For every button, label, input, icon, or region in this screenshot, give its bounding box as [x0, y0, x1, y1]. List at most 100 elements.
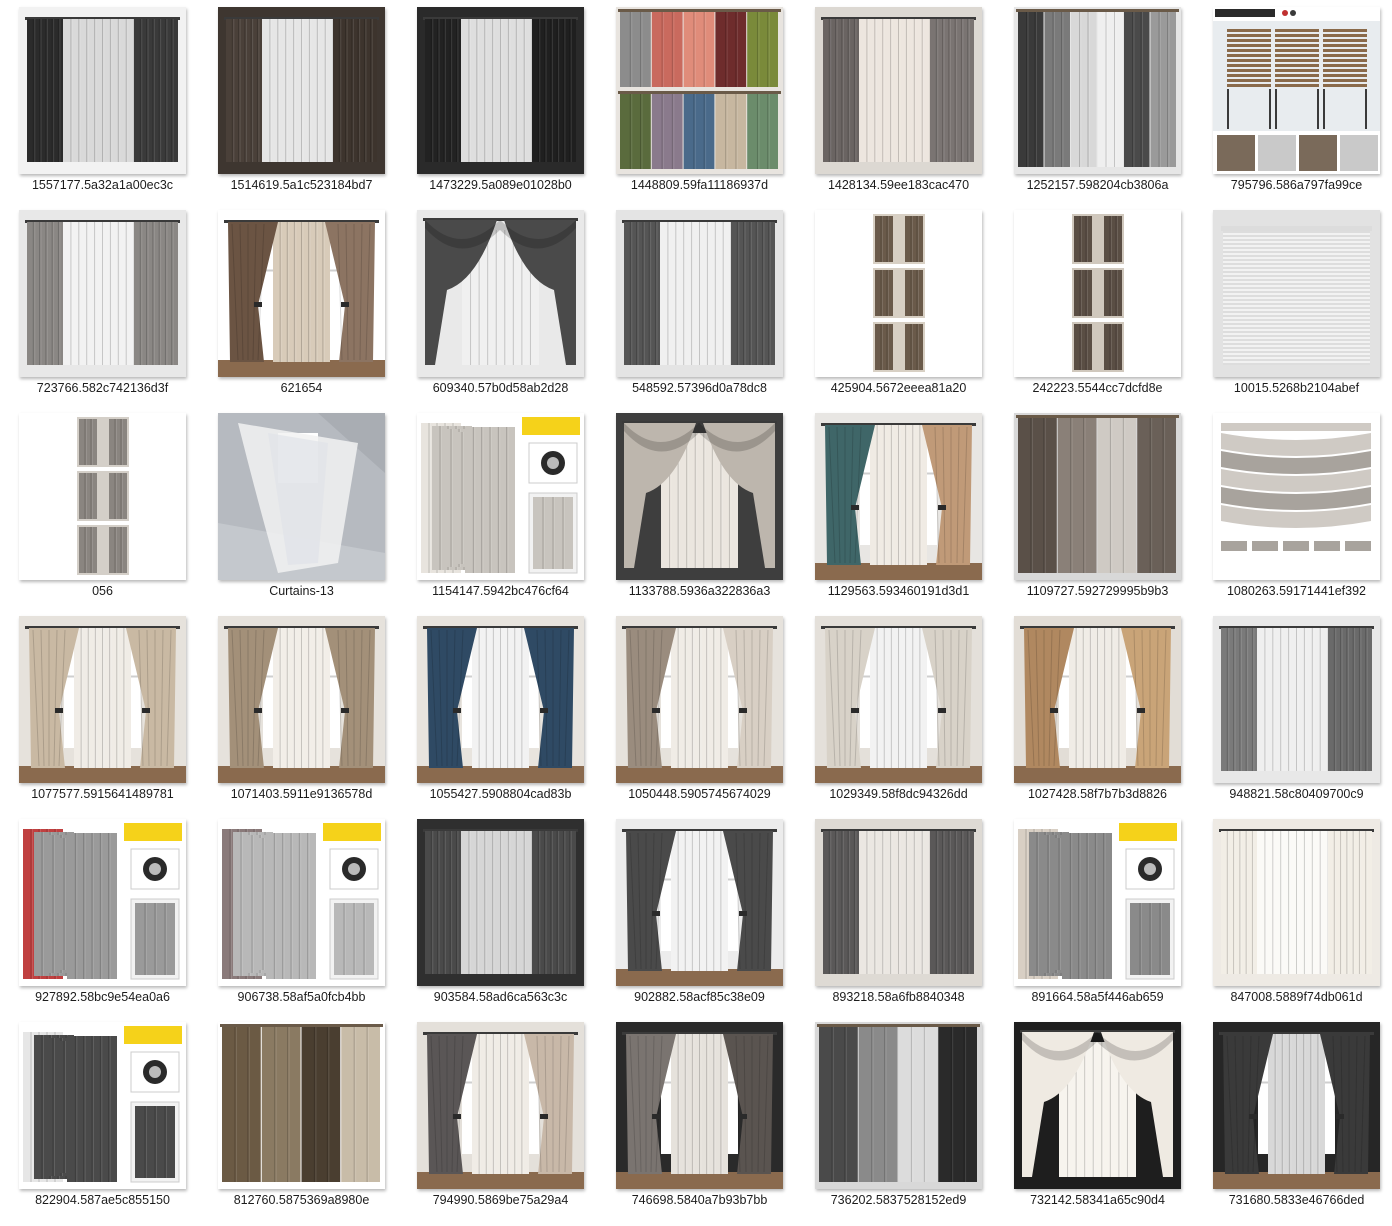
file-thumbnail[interactable] — [19, 1022, 186, 1189]
file-name[interactable]: 902882.58acf85c38e09 — [597, 989, 802, 1005]
file-item[interactable]: 723766.582c742136d3f — [0, 203, 199, 406]
file-thumbnail[interactable] — [815, 7, 982, 174]
file-thumbnail[interactable] — [1014, 616, 1181, 783]
file-thumbnail[interactable] — [417, 413, 584, 580]
file-thumbnail[interactable] — [218, 413, 385, 580]
file-name[interactable]: 1448809.59fa11186937d — [597, 177, 802, 193]
file-name[interactable]: 1080263.59171441ef392 — [1194, 583, 1392, 599]
file-item[interactable]: 242223.5544cc7dcfd8e — [995, 203, 1194, 406]
file-thumbnail[interactable] — [1213, 413, 1380, 580]
file-name[interactable]: 893218.58a6fb8840348 — [796, 989, 1001, 1005]
file-item[interactable]: 903584.58ad6ca563c3c — [398, 812, 597, 1015]
file-name[interactable]: 1050448.5905745674029 — [597, 786, 802, 802]
file-name[interactable]: 794990.5869be75a29a4 — [398, 1192, 603, 1208]
file-name[interactable]: 746698.5840a7b93b7bb — [597, 1192, 802, 1208]
file-thumbnail[interactable] — [1014, 7, 1181, 174]
file-thumbnail[interactable] — [417, 616, 584, 783]
file-name[interactable]: 242223.5544cc7dcfd8e — [995, 380, 1200, 396]
file-item[interactable]: 1027428.58f7b7b3d8826 — [995, 609, 1194, 812]
file-item[interactable]: 1055427.5908804cad83b — [398, 609, 597, 812]
file-item[interactable]: 1154147.5942bc476cf64 — [398, 406, 597, 609]
file-thumbnail[interactable] — [1014, 819, 1181, 986]
file-item[interactable]: 1252157.598204cb3806a — [995, 0, 1194, 203]
file-name[interactable]: 548592.57396d0a78dc8 — [597, 380, 802, 396]
file-item[interactable]: 1050448.5905745674029 — [597, 609, 796, 812]
file-name[interactable]: 891664.58a5f446ab659 — [995, 989, 1200, 1005]
file-thumbnail[interactable] — [1014, 1022, 1181, 1189]
file-thumbnail[interactable] — [218, 819, 385, 986]
file-item[interactable]: 736202.5837528152ed9 — [796, 1015, 995, 1218]
file-name[interactable]: 1071403.5911e9136578d — [199, 786, 404, 802]
file-item[interactable]: 1428134.59ee183cac470 — [796, 0, 995, 203]
file-item[interactable]: 1077577.5915641489781 — [0, 609, 199, 812]
file-thumbnail[interactable] — [1213, 1022, 1380, 1189]
file-thumbnail[interactable] — [19, 616, 186, 783]
file-thumbnail[interactable] — [1014, 210, 1181, 377]
file-item[interactable]: 621654 — [199, 203, 398, 406]
file-item[interactable]: 891664.58a5f446ab659 — [995, 812, 1194, 1015]
file-item[interactable]: 548592.57396d0a78dc8 — [597, 203, 796, 406]
file-name[interactable]: 056 — [0, 583, 205, 599]
file-item[interactable]: 948821.58c80409700c9 — [1194, 609, 1392, 812]
file-name[interactable]: 903584.58ad6ca563c3c — [398, 989, 603, 1005]
file-name[interactable]: 1077577.5915641489781 — [0, 786, 205, 802]
file-item[interactable]: 1448809.59fa11186937d — [597, 0, 796, 203]
file-item[interactable]: 927892.58bc9e54ea0a6 — [0, 812, 199, 1015]
file-thumbnail[interactable] — [19, 210, 186, 377]
file-name[interactable]: 425904.5672eeea81a20 — [796, 380, 1001, 396]
file-thumbnail[interactable] — [616, 616, 783, 783]
file-thumbnail[interactable] — [815, 616, 982, 783]
file-thumbnail[interactable] — [1213, 819, 1380, 986]
file-name[interactable]: 927892.58bc9e54ea0a6 — [0, 989, 205, 1005]
file-item[interactable]: 847008.5889f74db061d — [1194, 812, 1392, 1015]
file-thumbnail[interactable] — [1213, 616, 1380, 783]
file-name[interactable]: 1109727.592729995b9b3 — [995, 583, 1200, 599]
file-name[interactable]: 1514619.5a1c523184bd7 — [199, 177, 404, 193]
file-name[interactable]: 1027428.58f7b7b3d8826 — [995, 786, 1200, 802]
file-item[interactable]: 906738.58af5a0fcb4bb — [199, 812, 398, 1015]
file-name[interactable]: 1154147.5942bc476cf64 — [398, 583, 603, 599]
file-name[interactable]: 1129563.593460191d3d1 — [796, 583, 1001, 599]
file-item[interactable]: 1557177.5a32a1a00ec3c — [0, 0, 199, 203]
file-thumbnail[interactable] — [417, 819, 584, 986]
file-thumbnail[interactable] — [218, 210, 385, 377]
file-item[interactable]: 10015.5268b2104abef — [1194, 203, 1392, 406]
file-item[interactable]: 812760.5875369a8980e — [199, 1015, 398, 1218]
file-name[interactable]: 812760.5875369a8980e — [199, 1192, 404, 1208]
file-item[interactable]: 1129563.593460191d3d1 — [796, 406, 995, 609]
file-item[interactable]: 746698.5840a7b93b7bb — [597, 1015, 796, 1218]
file-thumbnail[interactable] — [616, 819, 783, 986]
file-thumbnail[interactable] — [815, 819, 982, 986]
file-item[interactable]: 731680.5833e46766ded — [1194, 1015, 1392, 1218]
file-name[interactable]: 1252157.598204cb3806a — [995, 177, 1200, 193]
file-name[interactable]: 948821.58c80409700c9 — [1194, 786, 1392, 802]
file-name[interactable]: 1133788.5936a322836a3 — [597, 583, 802, 599]
file-name[interactable]: 847008.5889f74db061d — [1194, 989, 1392, 1005]
file-thumbnail[interactable] — [616, 1022, 783, 1189]
file-item[interactable]: 902882.58acf85c38e09 — [597, 812, 796, 1015]
file-item[interactable]: 795796.586a797fa99ce — [1194, 0, 1392, 203]
file-name[interactable]: 609340.57b0d58ab2d28 — [398, 380, 603, 396]
file-name[interactable]: 1473229.5a089e01028b0 — [398, 177, 603, 193]
file-item[interactable]: 1080263.59171441ef392 — [1194, 406, 1392, 609]
file-thumbnail[interactable] — [616, 413, 783, 580]
file-name[interactable]: 1029349.58f8dc94326dd — [796, 786, 1001, 802]
file-item[interactable]: 1133788.5936a322836a3 — [597, 406, 796, 609]
file-name[interactable]: 732142.58341a65c90d4 — [995, 1192, 1200, 1208]
file-name[interactable]: 723766.582c742136d3f — [0, 380, 205, 396]
file-item[interactable]: 732142.58341a65c90d4 — [995, 1015, 1194, 1218]
file-item[interactable]: 1109727.592729995b9b3 — [995, 406, 1194, 609]
file-item[interactable]: 1071403.5911e9136578d — [199, 609, 398, 812]
file-item[interactable]: Curtains-13 — [199, 406, 398, 609]
file-thumbnail[interactable] — [1014, 413, 1181, 580]
file-name[interactable]: 822904.587ae5c855150 — [0, 1192, 205, 1208]
file-thumbnail[interactable] — [19, 413, 186, 580]
file-item[interactable]: 822904.587ae5c855150 — [0, 1015, 199, 1218]
file-thumbnail[interactable] — [218, 616, 385, 783]
file-thumbnail[interactable] — [19, 7, 186, 174]
file-thumbnail[interactable] — [815, 210, 982, 377]
file-item[interactable]: 893218.58a6fb8840348 — [796, 812, 995, 1015]
file-thumbnail[interactable] — [19, 819, 186, 986]
file-name[interactable]: 10015.5268b2104abef — [1194, 380, 1392, 396]
file-thumbnail[interactable] — [218, 1022, 385, 1189]
